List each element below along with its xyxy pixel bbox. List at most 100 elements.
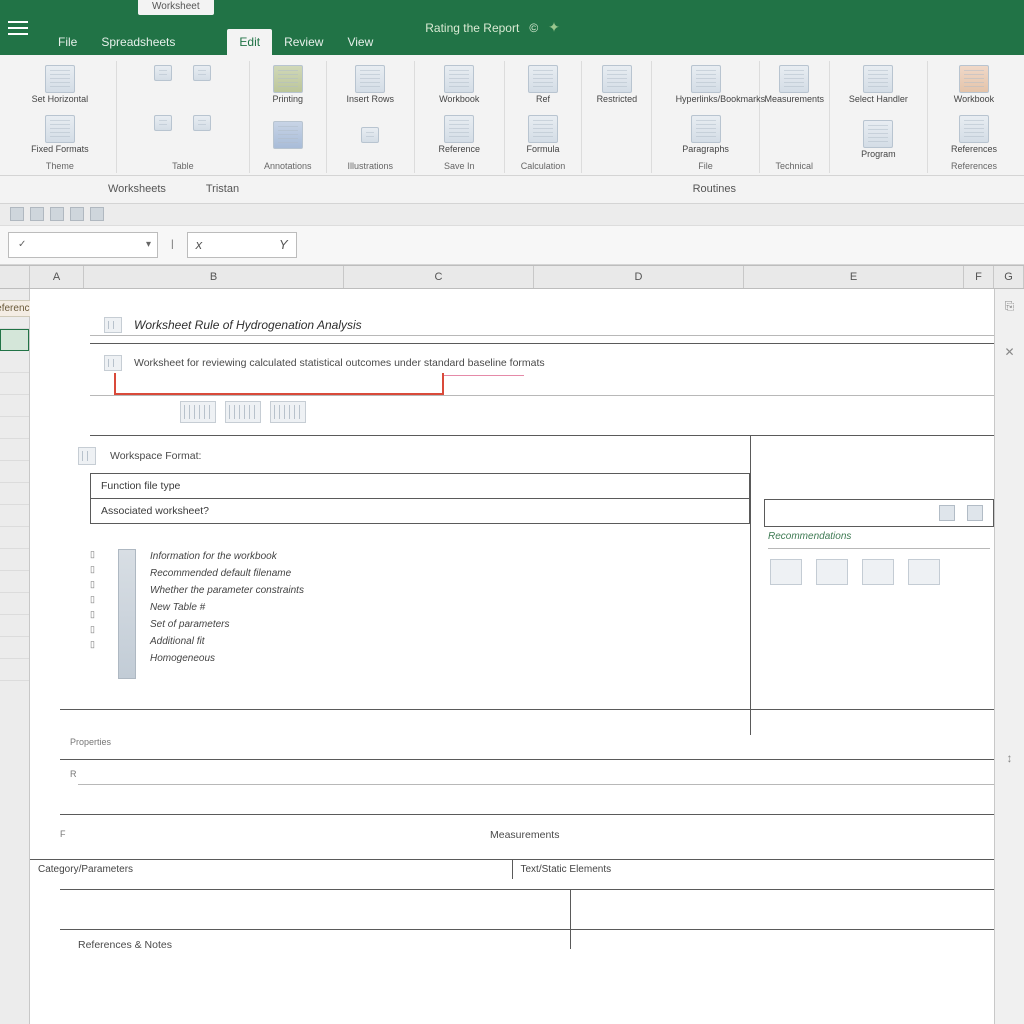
ribbon-btn-wb2[interactable]: Workbook: [952, 63, 996, 107]
layout-thumb[interactable]: [270, 401, 306, 423]
form-panel: Function file type Associated worksheet?: [90, 473, 750, 524]
row-header[interactable]: [0, 593, 29, 615]
heading-row-2: Worksheet for reviewing calculated stati…: [104, 355, 545, 371]
coord-box[interactable]: x Y: [187, 232, 297, 258]
ribbon-btn-measure[interactable]: Measurements: [770, 63, 819, 107]
ribbon-btn-handler[interactable]: Select Handler: [847, 63, 910, 107]
heading-text: Worksheet Rule of Hydrogenation Analysis: [134, 318, 362, 332]
layout-thumb[interactable]: [180, 401, 216, 423]
subbar-routines[interactable]: Routines: [693, 183, 736, 195]
ribbon-btn-t3[interactable]: [145, 113, 181, 133]
list-item[interactable]: New Table #: [146, 600, 304, 615]
tab-spreadsheets[interactable]: Spreadsheets: [89, 29, 187, 55]
col-header-b[interactable]: B: [84, 266, 344, 288]
col-header-g[interactable]: G: [994, 266, 1024, 288]
list-item[interactable]: Set of parameters: [146, 617, 304, 632]
row-header[interactable]: [0, 483, 29, 505]
qa-icon[interactable]: [70, 207, 84, 221]
group-label: Annotations: [260, 161, 316, 171]
row-header[interactable]: [0, 505, 29, 527]
layout-thumb[interactable]: [225, 401, 261, 423]
row-header[interactable]: [0, 571, 29, 593]
vertical-scrollbar[interactable]: ⎘ ✕ ↕: [994, 289, 1024, 1024]
col-header-e[interactable]: E: [744, 266, 964, 288]
scroll-icon[interactable]: ↕: [1002, 751, 1018, 767]
ribbon-btn-paragraphs[interactable]: Paragraphs: [680, 113, 731, 157]
copy-icon[interactable]: [939, 505, 955, 521]
row-header[interactable]: [0, 549, 29, 571]
option-thumb[interactable]: [908, 559, 940, 585]
ribbon-btn-hyperlinks[interactable]: Hyperlinks/Bookmarks: [674, 63, 738, 107]
tab-edit[interactable]: Edit: [227, 29, 272, 55]
tab-view[interactable]: View: [335, 29, 385, 55]
ribbon-btn-i2[interactable]: [352, 125, 388, 145]
col-header-d[interactable]: D: [534, 266, 744, 288]
move-icon[interactable]: [967, 505, 983, 521]
col-header-c[interactable]: C: [344, 266, 534, 288]
row-header-selected[interactable]: [0, 329, 29, 351]
ribbon-btn-formats[interactable]: Fixed Formats: [29, 113, 91, 157]
ribbon-btn-ref[interactable]: Ref: [525, 63, 561, 107]
footer-left[interactable]: Category/Parameters: [30, 859, 513, 879]
ribbon-btn-program[interactable]: Program: [859, 118, 898, 162]
row-header[interactable]: [0, 461, 29, 483]
list-item[interactable]: Information for the workbook: [146, 549, 304, 564]
highlighted-input[interactable]: [114, 373, 444, 395]
subbar-tristan[interactable]: Tristan: [206, 183, 239, 195]
row-header[interactable]: [0, 637, 29, 659]
ribbon-group-handler: Select Handler Program: [830, 61, 928, 173]
qa-icon[interactable]: [10, 207, 24, 221]
row-header[interactable]: [0, 417, 29, 439]
option-thumb[interactable]: [770, 559, 802, 585]
check-icon[interactable]: ✓: [15, 239, 29, 250]
subbar-worksheets[interactable]: Worksheets: [108, 183, 166, 195]
ribbon-btn-refs[interactable]: References: [949, 113, 999, 157]
cell-icon: [193, 115, 211, 131]
ribbon-btn-t1[interactable]: [145, 63, 181, 83]
ribbon-btn-insertrows[interactable]: Insert Rows: [345, 63, 397, 107]
option-thumb[interactable]: [816, 559, 848, 585]
row-header[interactable]: [0, 351, 29, 373]
scroll-icon[interactable]: ✕: [1002, 345, 1018, 361]
row-header[interactable]: [0, 615, 29, 637]
name-box[interactable]: ✓ ▾: [8, 232, 158, 258]
bottom-label: References & Notes: [78, 939, 172, 951]
qa-icon[interactable]: [30, 207, 44, 221]
option-thumb[interactable]: [862, 559, 894, 585]
tab-worksheet-top[interactable]: Worksheet: [138, 0, 214, 15]
select-all-corner[interactable]: [0, 266, 30, 288]
row-header[interactable]: [0, 395, 29, 417]
ribbon-btn-restricted[interactable]: Restricted: [595, 63, 640, 107]
cell-icon: [154, 65, 172, 81]
ribbon-btn-t2[interactable]: [184, 63, 220, 83]
list-item[interactable]: Homogeneous: [146, 651, 304, 666]
row-header[interactable]: References: [0, 289, 29, 329]
scroll-icon[interactable]: ⎘: [1002, 299, 1018, 315]
ribbon-btn-horizontal[interactable]: Set Horizontal: [30, 63, 91, 107]
row-header[interactable]: [0, 373, 29, 395]
qa-icon[interactable]: [50, 207, 64, 221]
ribbon-btn-workbook[interactable]: Workbook: [437, 63, 481, 107]
ribbon-btn-t4[interactable]: [184, 113, 220, 133]
ribbon-btn-comment[interactable]: [270, 119, 306, 151]
tab-file[interactable]: File: [46, 29, 89, 55]
menu-icon[interactable]: [8, 21, 28, 35]
footer-right[interactable]: Text/Static Elements: [513, 859, 995, 879]
row-header[interactable]: [0, 439, 29, 461]
ribbon-btn-formula[interactable]: Formula: [524, 113, 561, 157]
row-header[interactable]: [0, 527, 29, 549]
ribbon-btn-printing[interactable]: Printing: [270, 63, 306, 107]
col-header-a[interactable]: A: [30, 266, 84, 288]
ribbon-btn-reference[interactable]: Reference: [436, 113, 482, 157]
list-item[interactable]: Whether the parameter constraints: [146, 583, 304, 598]
form-row-2[interactable]: Associated worksheet?: [90, 499, 750, 524]
list-item[interactable]: Recommended default filename: [146, 566, 304, 581]
list-item[interactable]: Additional fit: [146, 634, 304, 649]
col-header-f[interactable]: F: [964, 266, 994, 288]
tab-review[interactable]: Review: [272, 29, 335, 55]
worksheet-canvas[interactable]: Worksheet Rule of Hydrogenation Analysis…: [30, 289, 994, 1024]
chevron-down-icon[interactable]: ▾: [146, 239, 151, 250]
form-row-1[interactable]: Function file type: [90, 473, 750, 499]
row-header[interactable]: [0, 659, 29, 681]
qa-icon[interactable]: [90, 207, 104, 221]
